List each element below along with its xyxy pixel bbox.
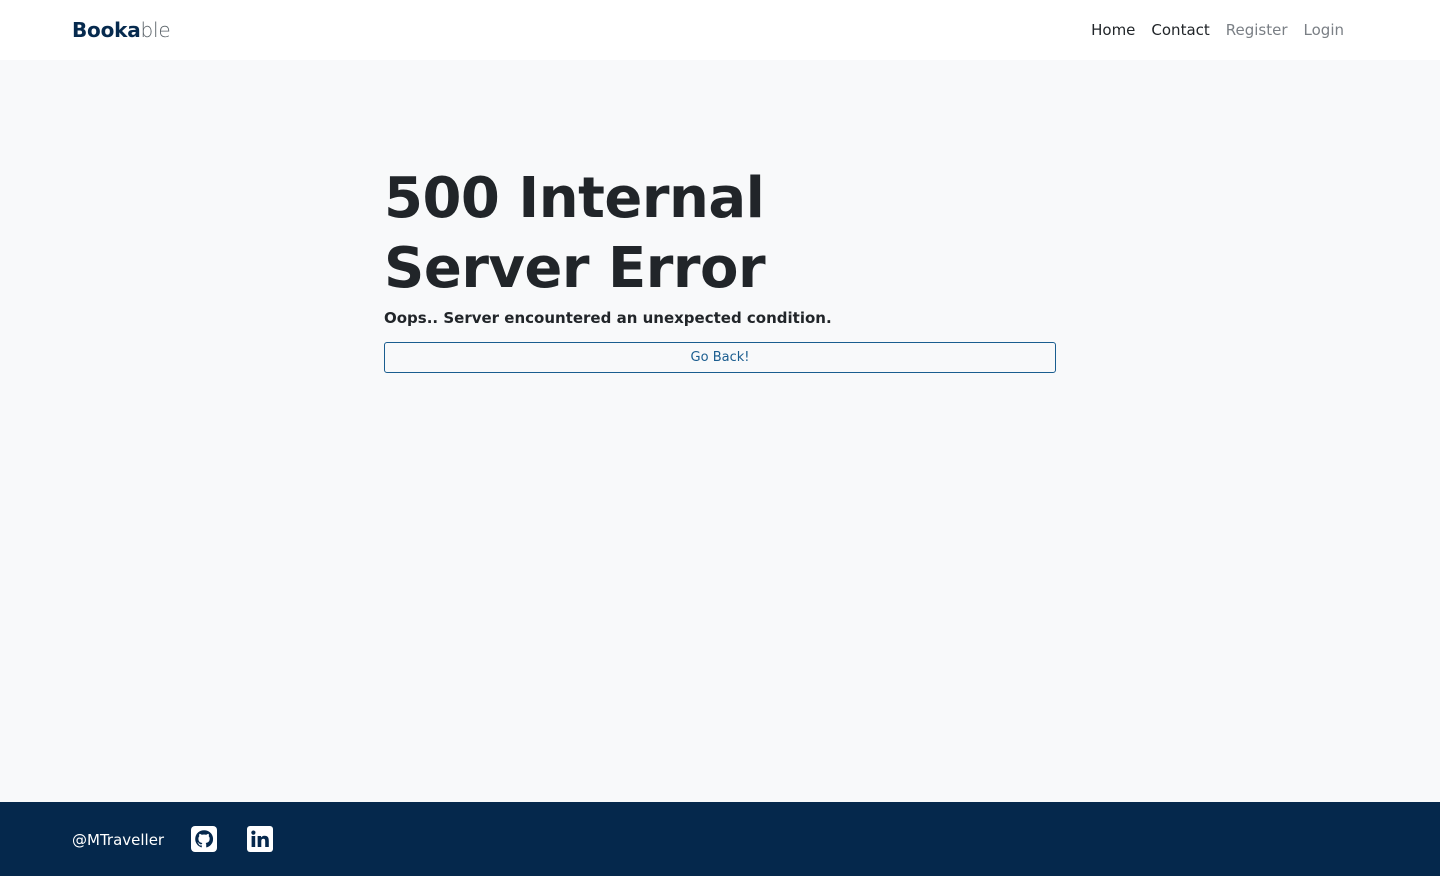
nav-link-register[interactable]: Register bbox=[1226, 19, 1288, 41]
linkedin-icon[interactable] bbox=[247, 826, 273, 852]
go-back-button[interactable]: Go Back! bbox=[384, 342, 1056, 373]
nav-link-home[interactable]: Home bbox=[1091, 19, 1135, 41]
nav-links: Home Contact Register Login bbox=[1091, 19, 1344, 41]
nav-link-login[interactable]: Login bbox=[1304, 19, 1344, 41]
nav-link-contact[interactable]: Contact bbox=[1151, 19, 1209, 41]
brand-name-strong: Booka bbox=[72, 18, 141, 42]
github-icon[interactable] bbox=[191, 826, 217, 852]
brand-name-light: ble bbox=[140, 18, 171, 42]
error-title: 500 Internal Server Error bbox=[384, 166, 766, 301]
footer-handle: @MTraveller bbox=[72, 831, 165, 849]
main-content: 500 Internal Server Error Oops.. Server … bbox=[0, 60, 1440, 802]
navbar: Bookable Home Contact Register Login bbox=[0, 0, 1440, 60]
footer: @MTraveller bbox=[0, 802, 1440, 876]
brand-logo[interactable]: Bookable bbox=[72, 16, 171, 44]
error-panel: 500 Internal Server Error Oops.. Server … bbox=[384, 164, 1056, 373]
error-subtitle: Oops.. Server encountered an unexpected … bbox=[384, 309, 832, 327]
